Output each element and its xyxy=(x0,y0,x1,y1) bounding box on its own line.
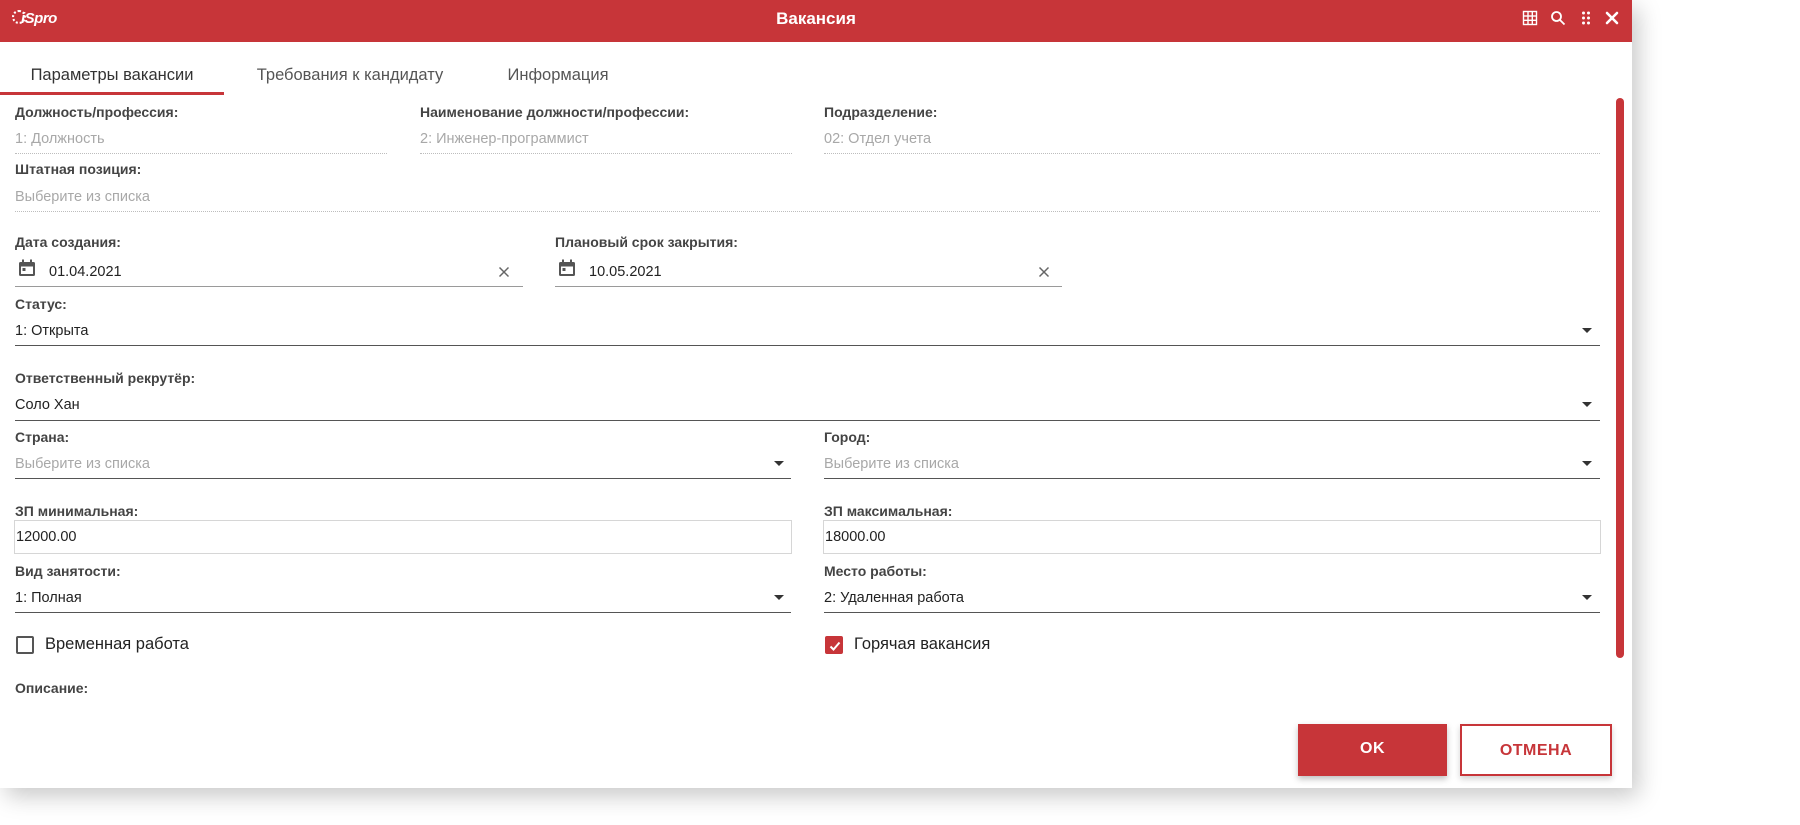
created-date-underline xyxy=(15,286,523,287)
active-tab-indicator xyxy=(0,92,224,95)
position-underline xyxy=(15,153,387,154)
workplace-label: Место работы: xyxy=(824,563,927,579)
dialog-title: Вакансия xyxy=(776,9,856,28)
city-underline xyxy=(824,478,1600,479)
country-label: Страна: xyxy=(15,429,70,445)
department-field[interactable]: 02: Отдел учета xyxy=(824,131,931,147)
chevron-down-icon[interactable] xyxy=(1582,595,1592,600)
scrollbar[interactable] xyxy=(1616,98,1624,658)
chevron-down-icon[interactable] xyxy=(1582,328,1592,333)
description-label: Описание: xyxy=(15,680,89,696)
status-select[interactable]: 1: Открыта xyxy=(15,323,88,339)
city-select[interactable]: Выберите из списка xyxy=(824,456,959,472)
tab-vacancy-parameters[interactable]: Параметры вакансии xyxy=(0,44,224,94)
calendar-icon[interactable] xyxy=(17,258,37,278)
country-underline xyxy=(15,478,791,479)
tab-candidate-requirements[interactable]: Требования к кандидату xyxy=(230,44,470,94)
country-select[interactable]: Выберите из списка xyxy=(15,456,150,472)
position-label: Должность/профессия: xyxy=(15,104,179,120)
search-icon[interactable] xyxy=(1550,10,1568,28)
workplace-select[interactable]: 2: Удаленная работа xyxy=(824,590,964,606)
chevron-down-icon[interactable] xyxy=(774,595,784,600)
hot-vacancy-label[interactable]: Горячая вакансия xyxy=(854,635,990,654)
status-label: Статус: xyxy=(15,296,67,312)
vacancy-dialog: iSpro Вакансия Параметры вакансии Требов… xyxy=(0,0,1632,788)
tab-information[interactable]: Информация xyxy=(490,44,626,94)
position-field[interactable]: 1: Должность xyxy=(15,131,105,147)
recruiter-select[interactable]: Соло Хан xyxy=(15,397,80,413)
grid-icon[interactable] xyxy=(1522,10,1540,28)
position-name-label: Наименование должности/профессии: xyxy=(420,104,690,120)
department-underline xyxy=(824,153,1600,154)
employment-type-select[interactable]: 1: Полная xyxy=(15,590,82,606)
department-label: Подразделение: xyxy=(824,104,938,120)
employment-type-label: Вид занятости: xyxy=(15,563,121,579)
chevron-down-icon[interactable] xyxy=(1582,402,1592,407)
title-bar: iSpro Вакансия xyxy=(0,0,1632,42)
clear-planned-close-icon[interactable] xyxy=(1038,265,1050,278)
close-icon[interactable] xyxy=(1604,10,1622,28)
position-name-field[interactable]: 2: Инженер-программист xyxy=(420,131,589,147)
salary-min-label: ЗП минимальная: xyxy=(15,503,139,519)
staff-position-field[interactable]: Выберите из списка xyxy=(15,189,150,205)
workplace-underline xyxy=(824,612,1600,613)
recruiter-label: Ответственный рекрутёр: xyxy=(15,370,196,386)
city-label: Город: xyxy=(824,429,871,445)
drag-handle-icon[interactable] xyxy=(1578,10,1596,28)
employment-type-underline xyxy=(15,612,791,613)
clear-created-date-icon[interactable] xyxy=(498,265,510,278)
staff-position-underline xyxy=(15,211,1600,212)
calendar-icon[interactable] xyxy=(557,258,577,278)
temporary-work-label[interactable]: Временная работа xyxy=(45,635,189,654)
hot-vacancy-checkbox[interactable] xyxy=(825,636,843,654)
recruiter-underline xyxy=(15,420,1600,421)
planned-close-label: Плановый срок закрытия: xyxy=(555,234,738,250)
cancel-button[interactable]: ОТМЕНА xyxy=(1460,724,1612,776)
planned-close-input[interactable]: 10.05.2021 xyxy=(589,264,662,280)
created-date-input[interactable]: 01.04.2021 xyxy=(49,264,122,280)
staff-position-label: Штатная позиция: xyxy=(15,161,142,177)
salary-max-label: ЗП максимальная: xyxy=(824,503,953,519)
created-date-label: Дата создания: xyxy=(15,234,121,250)
salary-max-input[interactable]: 18000.00 xyxy=(823,520,1601,554)
salary-min-input[interactable]: 12000.00 xyxy=(14,520,792,554)
chevron-down-icon[interactable] xyxy=(1582,461,1592,466)
chevron-down-icon[interactable] xyxy=(774,461,784,466)
temporary-work-checkbox[interactable] xyxy=(16,636,34,654)
status-underline xyxy=(15,345,1600,346)
planned-close-underline xyxy=(555,286,1062,287)
ok-button[interactable]: OK xyxy=(1298,724,1447,776)
position-name-underline xyxy=(420,153,792,154)
